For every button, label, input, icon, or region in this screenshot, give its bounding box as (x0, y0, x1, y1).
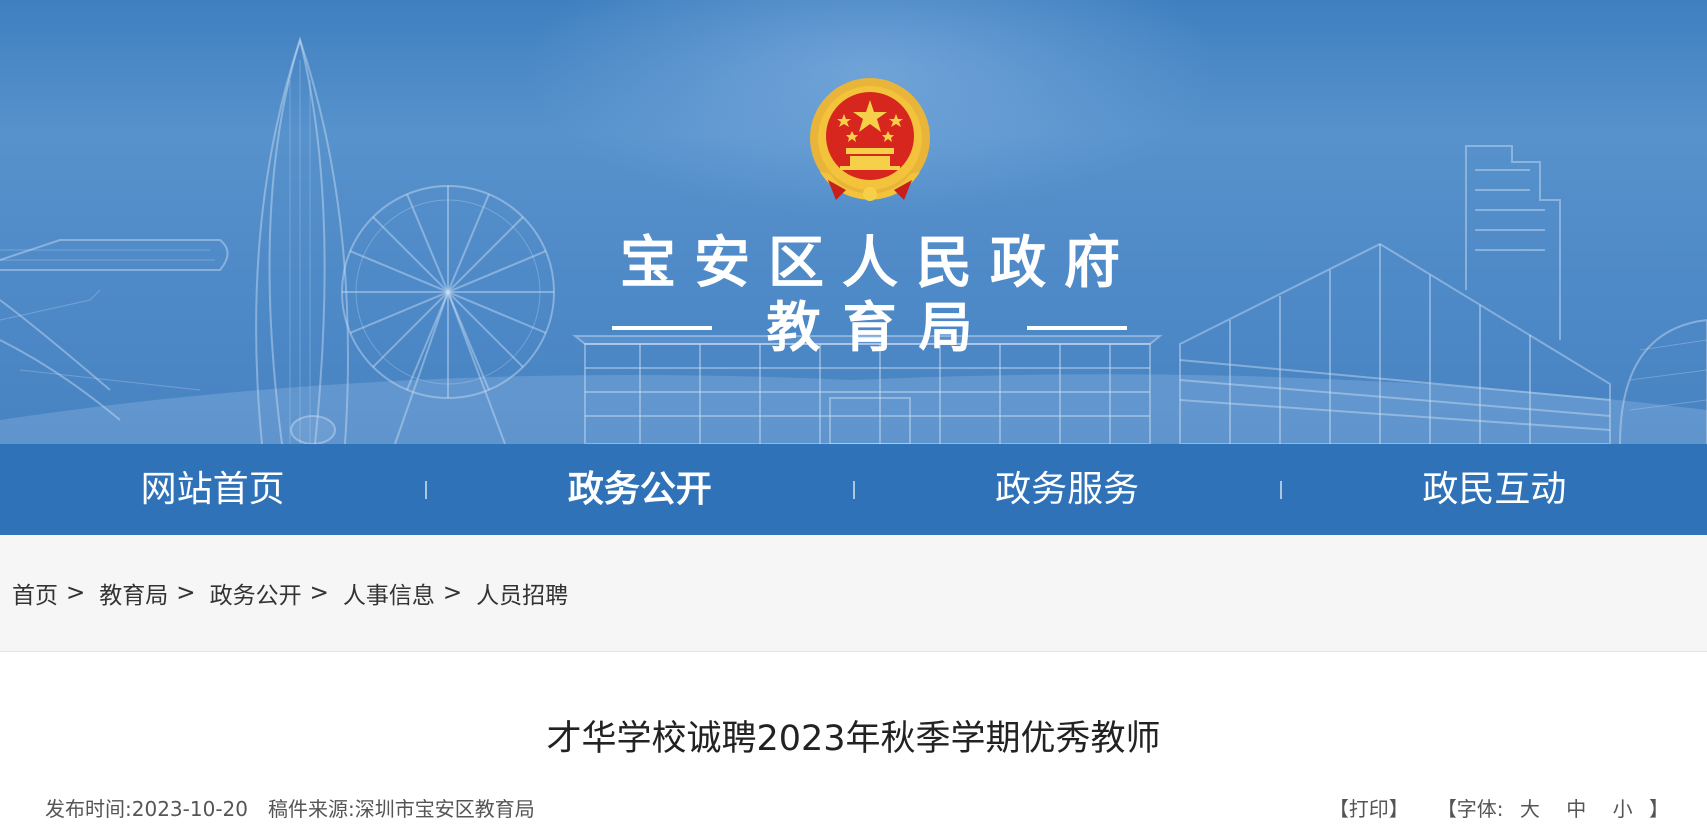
nav-item-government-services[interactable]: 政务服务 (855, 444, 1280, 535)
publish-info: 发布时间:2023-10-20 (45, 792, 248, 826)
breadcrumb-home[interactable]: 首页 (12, 576, 58, 610)
nav-item-public-interaction[interactable]: 政民互动 (1282, 444, 1707, 535)
source-label: 稿件来源: (267, 797, 355, 821)
department-row: 教育局 (612, 296, 1127, 360)
title-left-rule (612, 326, 712, 330)
breadcrumb-personnel-info[interactable]: 人事信息 (343, 576, 435, 610)
department-name: 教育局 (766, 296, 995, 359)
nav-item-government-affairs-open[interactable]: 政务公开 (427, 444, 852, 535)
site-title: 宝安区人民政府 (620, 231, 1138, 296)
font-size-medium-button[interactable]: 中 (1566, 797, 1586, 821)
font-size-large-button[interactable]: 大 (1520, 797, 1540, 821)
breadcrumb-separator: > (442, 580, 463, 606)
nav-item-home[interactable]: 网站首页 (0, 444, 425, 535)
main-nav: 网站首页 政务公开 政务服务 政民互动 (0, 444, 1707, 535)
font-size-label: 【字体: (1436, 797, 1504, 821)
breadcrumb: 首页 > 教育局 > 政务公开 > 人事信息 > 人员招聘 (0, 535, 1707, 652)
breadcrumb-government-affairs[interactable]: 政务公开 (210, 576, 302, 610)
breadcrumb-separator: > (176, 580, 196, 606)
print-button[interactable]: 【打印】 (1329, 792, 1409, 826)
source-info: 稿件来源:深圳市宝安区教育局 (268, 792, 535, 826)
breadcrumb-education-bureau[interactable]: 教育局 (99, 576, 168, 610)
source-name: 深圳市宝安区教育局 (354, 797, 535, 821)
title-right-rule (1027, 326, 1127, 330)
article-meta: 发布时间:2023-10-20 稿件来源:深圳市宝安区教育局 (45, 792, 535, 826)
header-banner: 宝安区人民政府 教育局 (0, 0, 1707, 444)
breadcrumb-separator: > (309, 580, 329, 606)
city-skyline-illustration (0, 36, 1707, 444)
national-emblem-icon (810, 78, 930, 201)
article-tools: 【打印】 【字体: 大 中 小 】 (1329, 792, 1669, 826)
article-title: 才华学校诚聘2023年秋季学期优秀教师 (546, 719, 1161, 759)
publish-label: 发布时间: (45, 797, 132, 821)
publish-date: 2023-10-20 (131, 797, 248, 821)
font-size-label-close: 】 (1649, 797, 1669, 821)
breadcrumb-separator: > (66, 580, 86, 606)
font-size-small-button[interactable]: 小 (1613, 797, 1633, 821)
breadcrumb-recruitment[interactable]: 人员招聘 (476, 576, 568, 610)
font-size-controls: 【字体: 大 中 小 】 (1437, 792, 1669, 826)
